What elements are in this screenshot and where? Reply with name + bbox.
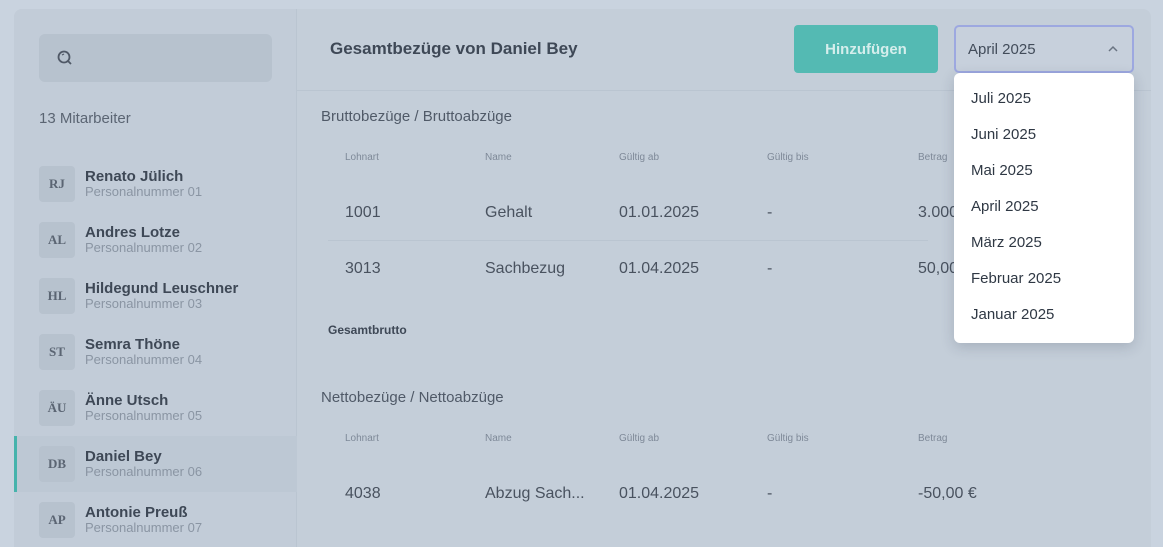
column-header: Gültig ab [619, 152, 660, 163]
avatar: AL [39, 222, 75, 258]
column-header: Betrag [918, 433, 948, 444]
employee-number: Personalnummer 05 [85, 408, 203, 423]
employee-number: Personalnummer 04 [85, 352, 203, 367]
avatar: HL [39, 278, 75, 314]
cell-lohnart: 3013 [345, 260, 381, 277]
cell-valid-from: 01.04.2025 [619, 260, 700, 277]
chevron-up-icon [1108, 45, 1118, 52]
employee-count: 13 Mitarbeiter [39, 110, 131, 127]
employee-number: Personalnummer 03 [85, 296, 203, 311]
cell-lohnart: 1001 [345, 204, 381, 221]
column-header: Lohnart [345, 152, 379, 163]
employee-item[interactable]: ÄU Änne Utsch Personalnummer 05 [14, 380, 297, 436]
employee-item[interactable]: RJ Renato Jülich Personalnummer 01 [14, 156, 297, 212]
column-header: Betrag [918, 152, 948, 163]
cell-name: Sachbezug [485, 260, 566, 277]
employee-number: Personalnummer 01 [85, 184, 203, 199]
employee-item[interactable]: AP Antonie Preuß Personalnummer 07 [14, 492, 297, 547]
row-divider [328, 240, 928, 241]
column-header: Gültig bis [767, 152, 809, 163]
column-header: Gültig ab [619, 433, 660, 444]
employee-name: Antonie Preuß [85, 504, 188, 521]
search-input[interactable] [39, 34, 272, 82]
gross-section-title: Bruttobezüge / Bruttoabzüge [321, 108, 512, 125]
employee-item-active[interactable]: DB Daniel Bey Personalnummer 06 [14, 436, 297, 492]
avatar: AP [39, 502, 75, 538]
month-option[interactable]: Juni 2025 [954, 117, 1134, 153]
avatar: DB [39, 446, 75, 482]
cell-valid-to: - [767, 485, 773, 502]
cell-amount: 3.000 [918, 204, 959, 221]
month-dropdown-menu: Juli 2025 Juni 2025 Mai 2025 April 2025 … [954, 73, 1134, 343]
employee-name: Daniel Bey [85, 448, 162, 465]
avatar: ÄU [39, 390, 75, 426]
avatar: RJ [39, 166, 75, 202]
employee-name: Andres Lotze [85, 224, 181, 241]
month-option[interactable]: Januar 2025 [954, 297, 1134, 333]
employee-list: RJ Renato Jülich Personalnummer 01 AL An… [14, 156, 297, 547]
employee-sidebar: 13 Mitarbeiter RJ Renato Jülich Personal… [14, 9, 297, 547]
column-header: Gültig bis [767, 433, 809, 444]
cell-valid-to: - [767, 260, 773, 277]
month-select-value: April 2025 [968, 41, 1036, 58]
cell-amount: 50,00 [918, 260, 959, 277]
avatar: ST [39, 334, 75, 370]
month-select[interactable]: April 2025 [954, 25, 1134, 73]
month-option[interactable]: Mai 2025 [954, 153, 1134, 189]
cell-valid-to: - [767, 204, 773, 221]
cell-name: Abzug Sach... [485, 485, 585, 502]
employee-item[interactable]: HL Hildegund Leuschner Personalnummer 03 [14, 268, 297, 324]
cell-name: Gehalt [485, 204, 533, 221]
employee-item[interactable]: AL Andres Lotze Personalnummer 02 [14, 212, 297, 268]
cell-valid-from: 01.04.2025 [619, 485, 700, 502]
column-header: Lohnart [345, 433, 379, 444]
page-title: Gesamtbezüge von Daniel Bey [330, 39, 578, 58]
gross-total-label: Gesamtbrutto [328, 323, 407, 337]
add-button[interactable]: Hinzufügen [794, 25, 938, 73]
month-option[interactable]: Juli 2025 [954, 81, 1134, 117]
month-option[interactable]: April 2025 [954, 189, 1134, 225]
employee-number: Personalnummer 07 [85, 520, 203, 535]
month-option[interactable]: Februar 2025 [954, 261, 1134, 297]
column-header: Name [485, 433, 512, 444]
employee-number: Personalnummer 06 [85, 464, 203, 479]
net-section-title: Nettobezüge / Nettoabzüge [321, 389, 504, 406]
employee-name: Semra Thöne [85, 336, 181, 353]
search-icon [57, 50, 72, 65]
month-option[interactable]: März 2025 [954, 225, 1134, 261]
employee-name: Änne Utsch [85, 392, 169, 409]
cell-lohnart: 4038 [345, 485, 381, 502]
column-header: Name [485, 152, 512, 163]
employee-name: Renato Jülich [85, 168, 184, 185]
cell-amount: -50,00 € [918, 485, 977, 502]
employee-item[interactable]: ST Semra Thöne Personalnummer 04 [14, 324, 297, 380]
employee-name: Hildegund Leuschner [85, 280, 239, 297]
employee-number: Personalnummer 02 [85, 240, 203, 255]
cell-valid-from: 01.01.2025 [619, 204, 700, 221]
